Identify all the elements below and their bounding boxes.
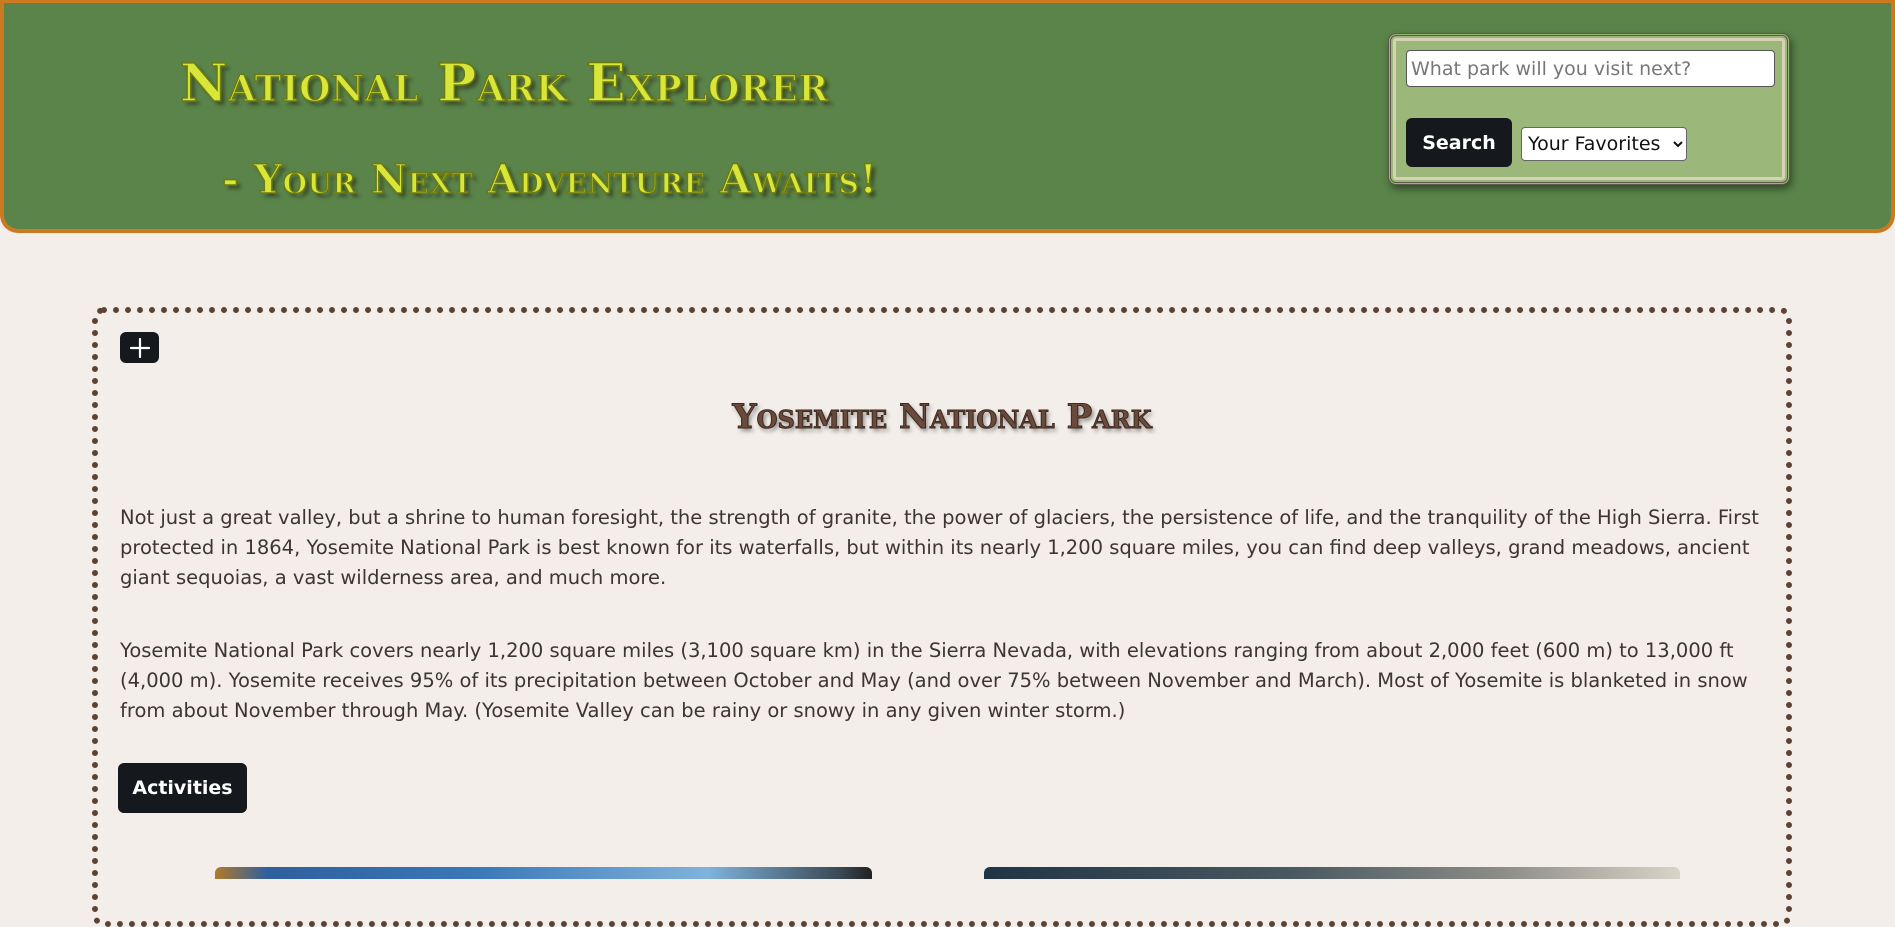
activities-button[interactable]: Activities [118,763,247,813]
site-subtitle: - Your Next Adventure Awaits! [221,155,878,204]
park-photo [215,867,872,879]
site-title: National Park Explorer [179,52,829,115]
park-description: Not just a great valley, but a shrine to… [120,506,1759,589]
favorites-select[interactable]: Your Favorites [1521,127,1687,161]
park-photo [984,867,1680,879]
search-input[interactable] [1406,50,1775,87]
add-favorite-button[interactable] [120,332,159,363]
search-button[interactable]: Search [1406,118,1512,167]
park-climate-description: Yosemite National Park covers nearly 1,2… [120,639,1748,722]
park-card: Yosemite National Park Not just a great … [92,307,1792,927]
plus-icon [129,337,150,358]
search-panel: Search Your Favorites [1388,33,1790,185]
site-header: National Park Explorer - Your Next Adven… [0,0,1895,233]
park-title: Yosemite National Park [732,397,1152,438]
